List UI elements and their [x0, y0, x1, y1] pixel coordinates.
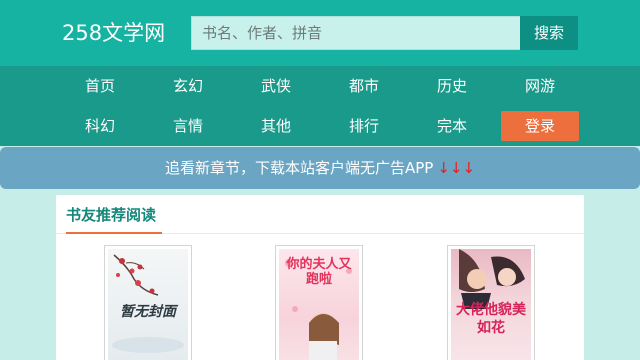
nav-item-yanqing[interactable]: 言情: [149, 111, 227, 141]
nav-item-kehuan[interactable]: 科幻: [61, 111, 139, 141]
login-button[interactable]: 登录: [501, 111, 579, 141]
search-button[interactable]: 搜索: [520, 16, 578, 50]
book-card-2[interactable]: 你的夫人又跑啦: [275, 245, 363, 360]
nav-item-wanben[interactable]: 完本: [413, 111, 491, 141]
down-arrows-icon: ↓↓↓: [437, 159, 476, 177]
title-underline: [66, 232, 162, 234]
cover-text-3: 大佬他貌美如花: [456, 302, 526, 336]
banner-text: 追看新章节，下载本站客户端无广告APP: [164, 159, 434, 177]
search-input[interactable]: [192, 17, 521, 49]
app-download-banner[interactable]: 追看新章节，下载本站客户端无广告APP ↓↓↓: [0, 147, 640, 189]
nav-item-dushi[interactable]: 都市: [325, 71, 403, 101]
main-nav: 首页 玄幻 武侠 都市 历史 网游 科幻 言情 其他 排行 完本 登录: [0, 66, 640, 146]
cover-text-2: 你的夫人又跑啦: [286, 257, 352, 287]
book-cover-3: 大佬他貌美如花: [451, 249, 531, 360]
recommend-panel: 书友推荐阅读 暂无封面 你的夫人又跑啦 大佬他貌美如花: [56, 195, 584, 360]
book-cover-2: 你的夫人又跑啦: [279, 249, 359, 360]
book-card-1[interactable]: 暂无封面: [104, 245, 192, 360]
site-logo[interactable]: 258文学网: [62, 19, 165, 47]
nav-item-paihang[interactable]: 排行: [325, 111, 403, 141]
nav-item-xuanhuan[interactable]: 玄幻: [149, 71, 227, 101]
book-card-3[interactable]: 大佬他貌美如花: [447, 245, 535, 360]
nav-item-wangyou[interactable]: 网游: [501, 71, 579, 101]
nav-item-qita[interactable]: 其他: [237, 111, 315, 141]
cover-text-1: 暂无封面: [120, 304, 176, 320]
nav-item-lishi[interactable]: 历史: [413, 71, 491, 101]
book-cover-1: 暂无封面: [108, 249, 188, 360]
nav-item-wuxia[interactable]: 武侠: [237, 71, 315, 101]
site-header: 258文学网 搜索: [0, 0, 640, 66]
nav-item-home[interactable]: 首页: [61, 71, 139, 101]
recommend-title: 书友推荐阅读: [66, 206, 157, 224]
search-box: [191, 16, 521, 50]
